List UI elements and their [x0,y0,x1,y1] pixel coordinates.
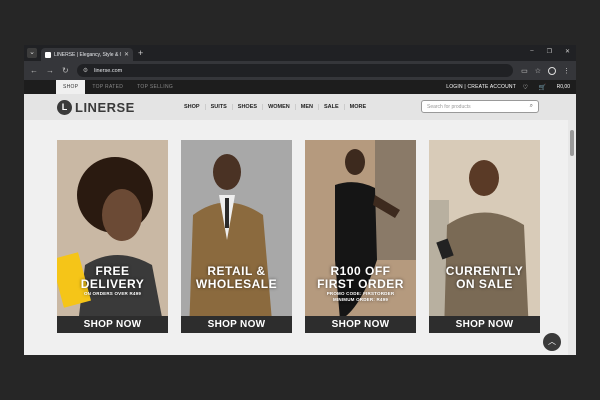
model-photo [305,140,416,333]
tab-top-rated[interactable]: TOP RATED [85,80,130,94]
promo-headline: RETAIL & WHOLESALE [195,264,278,291]
promo-card-free-delivery[interactable]: FREE DELIVERY ON ORDERS OVER R499 SHOP N… [57,140,168,333]
browser-window: ⌄ LINERSE | Elegancy, Style & Co ✕ + – ❐… [24,45,576,355]
face [345,149,365,175]
logo-mark-icon: L [57,99,72,115]
bookmark-star-icon[interactable]: ☆ [535,67,541,75]
model-photo [181,140,292,333]
account-link[interactable]: LOGIN | CREATE ACCOUNT [446,84,516,90]
search-placeholder: Search for products [427,103,471,110]
nav-shop[interactable]: SHOP [179,104,206,110]
nav-shoes[interactable]: SHOES [233,104,264,110]
search-icon[interactable]: ⌕ [530,103,533,110]
site-info-icon[interactable]: ⚙ [83,67,88,74]
promo-text: CURRENTLY ON SALE [429,265,540,291]
nav-suits[interactable]: SUITS [206,104,233,110]
nav-more[interactable]: MORE [345,104,372,110]
model-photo [57,140,168,333]
nav-women[interactable]: WOMEN [263,104,296,110]
tab-strip: ⌄ LINERSE | Elegancy, Style & Co ✕ + – ❐… [24,45,576,61]
reload-icon[interactable]: ↻ [62,66,69,75]
shop-now-button[interactable]: SHOP NOW [429,316,540,333]
shop-now-button[interactable]: SHOP NOW [181,316,292,333]
promo-card-on-sale[interactable]: CURRENTLY ON SALE SHOP NOW [429,140,540,333]
top-strip: SHOP TOP RATED TOP SELLING LOGIN | CREAT… [24,80,576,94]
browser-tab[interactable]: LINERSE | Elegancy, Style & Co ✕ [41,48,133,61]
wishlist-heart-icon[interactable]: ♡ [523,84,528,91]
face [213,154,241,190]
face [102,189,142,241]
maximize-button[interactable]: ❐ [547,48,552,55]
scrollbar-thumb[interactable] [570,130,574,156]
logo-text: LINERSE [75,99,135,115]
back-to-top-button[interactable]: ︿ [543,333,561,351]
cast-icon[interactable]: ▭ [521,67,528,75]
promo-text: R100 OFF FIRST ORDER PROMO CODE: FIRSTOR… [305,265,416,303]
chevron-up-icon: ︿ [548,337,556,346]
tab-close-icon[interactable]: ✕ [124,51,129,58]
url-text: linerse.com [94,67,123,74]
site-header: L LINERSE SHOP SUITS SHOES WOMEN MEN SAL… [24,94,576,120]
cart-amount[interactable]: R0,00 [557,84,570,90]
favicon-icon [45,51,51,58]
window-controls: – ❐ ✕ [530,48,570,55]
profile-avatar[interactable] [548,66,556,75]
promo-card-retail-wholesale[interactable]: RETAIL & WHOLESALE SHOP NOW [181,140,292,333]
tab-search-button[interactable]: ⌄ [27,48,37,58]
tab-top-selling[interactable]: TOP SELLING [130,80,180,94]
shop-now-button[interactable]: SHOP NOW [305,316,416,333]
close-window-button[interactable]: ✕ [565,48,570,55]
main-nav: SHOP SUITS SHOES WOMEN MEN SALE MORE [179,104,371,110]
promo-headline: FREE DELIVERY [80,264,145,291]
page-scrollbar[interactable] [568,120,576,355]
shop-now-button[interactable]: SHOP NOW [57,316,168,333]
promo-text: FREE DELIVERY ON ORDERS OVER R499 [57,265,168,297]
forward-icon[interactable]: → [46,66,54,75]
tab-title: LINERSE | Elegancy, Style & Co [54,51,121,58]
promo-card-first-order[interactable]: R100 OFF FIRST ORDER PROMO CODE: FIRSTOR… [305,140,416,333]
nav-men[interactable]: MEN [296,104,319,110]
tab-shop[interactable]: SHOP [56,80,86,94]
minimize-button[interactable]: – [530,48,533,55]
promo-subtext: ON ORDERS OVER R499 [83,291,142,296]
cart-icon[interactable]: 🛒 [539,84,546,91]
promo-headline: R100 OFF FIRST ORDER [317,264,404,291]
site-logo[interactable]: L LINERSE [57,99,135,115]
model-photo [429,140,540,333]
promo-cards: FREE DELIVERY ON ORDERS OVER R499 SHOP N… [57,140,540,333]
face [469,160,499,196]
toolbar: ← → ↻ ⚙ linerse.com ▭ ☆ ⋮ [24,61,576,80]
tie [225,198,229,228]
menu-dots-icon[interactable]: ⋮ [563,67,570,75]
minimum-order-text: MINIMUM ORDER: R499 [332,297,389,302]
promo-headline: CURRENTLY ON SALE [445,264,524,291]
address-bar[interactable]: ⚙ linerse.com [76,64,514,77]
search-input[interactable]: Search for products ⌕ [421,100,539,113]
nav-sale[interactable]: SALE [319,104,345,110]
promo-text: RETAIL & WHOLESALE [181,265,292,291]
new-tab-button[interactable]: + [138,48,143,58]
back-icon[interactable]: ← [30,66,38,75]
web-page: SHOP TOP RATED TOP SELLING LOGIN | CREAT… [24,80,576,355]
